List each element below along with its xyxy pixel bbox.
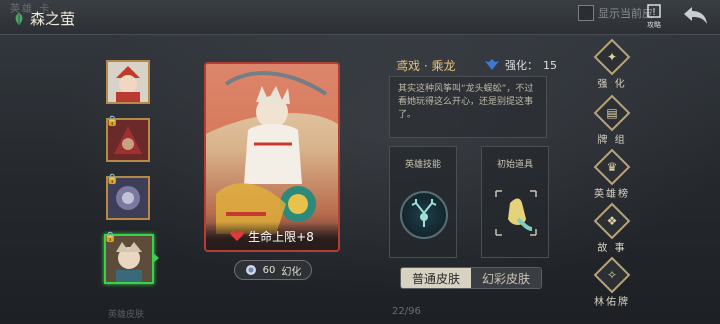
guide-book-icon: ! — [647, 4, 661, 18]
hero-portrait-1[interactable] — [106, 60, 150, 104]
menu-label: 林佑牌 — [594, 297, 630, 308]
forest-card-icon: ✧ — [593, 256, 631, 294]
back-button[interactable] — [680, 4, 710, 28]
menu-forest-card-button[interactable]: ✧ 林佑牌 — [588, 256, 636, 308]
menu-label: 牌 组 — [597, 135, 627, 146]
guide-button[interactable]: ! 攻略 — [644, 4, 664, 29]
hero-skill-slot[interactable]: 英雄技能 — [389, 146, 457, 258]
transform-cost-button[interactable]: 60 幻化 — [234, 260, 312, 280]
menu-leaderboard-button[interactable]: ♛ 英雄榜 — [588, 148, 636, 200]
menu-enhance-button[interactable]: ✦ 强 化 — [588, 38, 636, 90]
top-bar: 英雄 卡 森之萤 显示当前皮 ! 攻略 — [0, 0, 720, 35]
leaderboard-icon: ♛ — [593, 148, 631, 186]
enhance-icon: ✦ — [593, 38, 631, 76]
cost-label: 幻化 — [281, 266, 302, 278]
lock-icon: 🔒 — [106, 174, 119, 185]
heart-icon — [230, 231, 244, 241]
starting-item-slot[interactable]: 初始道具 — [481, 146, 549, 258]
skin-description: 其实这种风筝叫“龙头蜈蚣”，不过看她玩得这么开心，还是别提这事了。 — [389, 76, 547, 138]
back-arrow-icon — [684, 7, 707, 24]
deer-skill-icon[interactable] — [400, 191, 448, 239]
card-stat: 生命上限+8 — [206, 222, 338, 250]
lock-icon: 🔒 — [104, 232, 117, 243]
story-icon: ❖ — [593, 202, 631, 240]
show-current-checkbox[interactable] — [578, 5, 594, 21]
enhance-label: 强化： — [505, 59, 538, 72]
card-stat-text: 生命上限+8 — [248, 229, 314, 244]
enhance-wing-icon — [485, 59, 499, 70]
hero-portrait-2[interactable]: 🔒 — [106, 116, 150, 162]
page-title: 森之萤 — [12, 8, 75, 29]
page-title-text: 森之萤 — [30, 10, 76, 28]
hero-face-icon — [108, 62, 148, 102]
enhance-level: 强化： 15 — [484, 57, 557, 73]
show-current-skin-toggle[interactable]: 显示当前皮 — [578, 5, 653, 21]
pouch-icon — [495, 190, 537, 236]
hero-skill-title: 英雄技能 — [404, 160, 441, 170]
svg-text:!: ! — [652, 7, 656, 18]
colored-skin-tab[interactable]: 幻彩皮肤 — [471, 268, 541, 288]
menu-label: 故 事 — [597, 243, 627, 254]
starting-item-title: 初始道具 — [496, 160, 533, 170]
menu-label: 强 化 — [597, 79, 627, 90]
hero-portrait-3[interactable]: 🔒 — [106, 174, 150, 220]
normal-skin-tab[interactable]: 普通皮肤 — [401, 268, 471, 288]
menu-deck-button[interactable]: ▤ 牌 组 — [588, 94, 636, 146]
deer-antler-icon — [411, 199, 437, 227]
item-frame[interactable] — [494, 189, 538, 237]
deck-icon: ▤ — [593, 94, 631, 132]
skin-name: 鸢戏 · 乘龙 — [396, 59, 456, 73]
enhance-value: 15 — [543, 58, 557, 72]
selected-arrow-icon — [152, 252, 159, 264]
page-counter: 22/96 — [392, 306, 421, 317]
guide-label: 攻略 — [647, 21, 661, 29]
menu-story-button[interactable]: ❖ 故 事 — [588, 202, 636, 254]
menu-label: 英雄榜 — [594, 189, 630, 200]
footer-ghost-label: 英雄皮肤 — [108, 310, 145, 320]
lock-icon: 🔒 — [106, 116, 119, 127]
crystal-icon — [245, 265, 256, 275]
skin-type-toggle[interactable]: 普通皮肤 幻彩皮肤 — [400, 267, 542, 289]
leaf-icon — [15, 12, 23, 25]
hero-portrait-4-selected[interactable]: 🔒 — [104, 232, 154, 284]
cost-value: 60 — [262, 264, 276, 276]
skin-card[interactable]: 生命上限+8 — [204, 62, 340, 252]
